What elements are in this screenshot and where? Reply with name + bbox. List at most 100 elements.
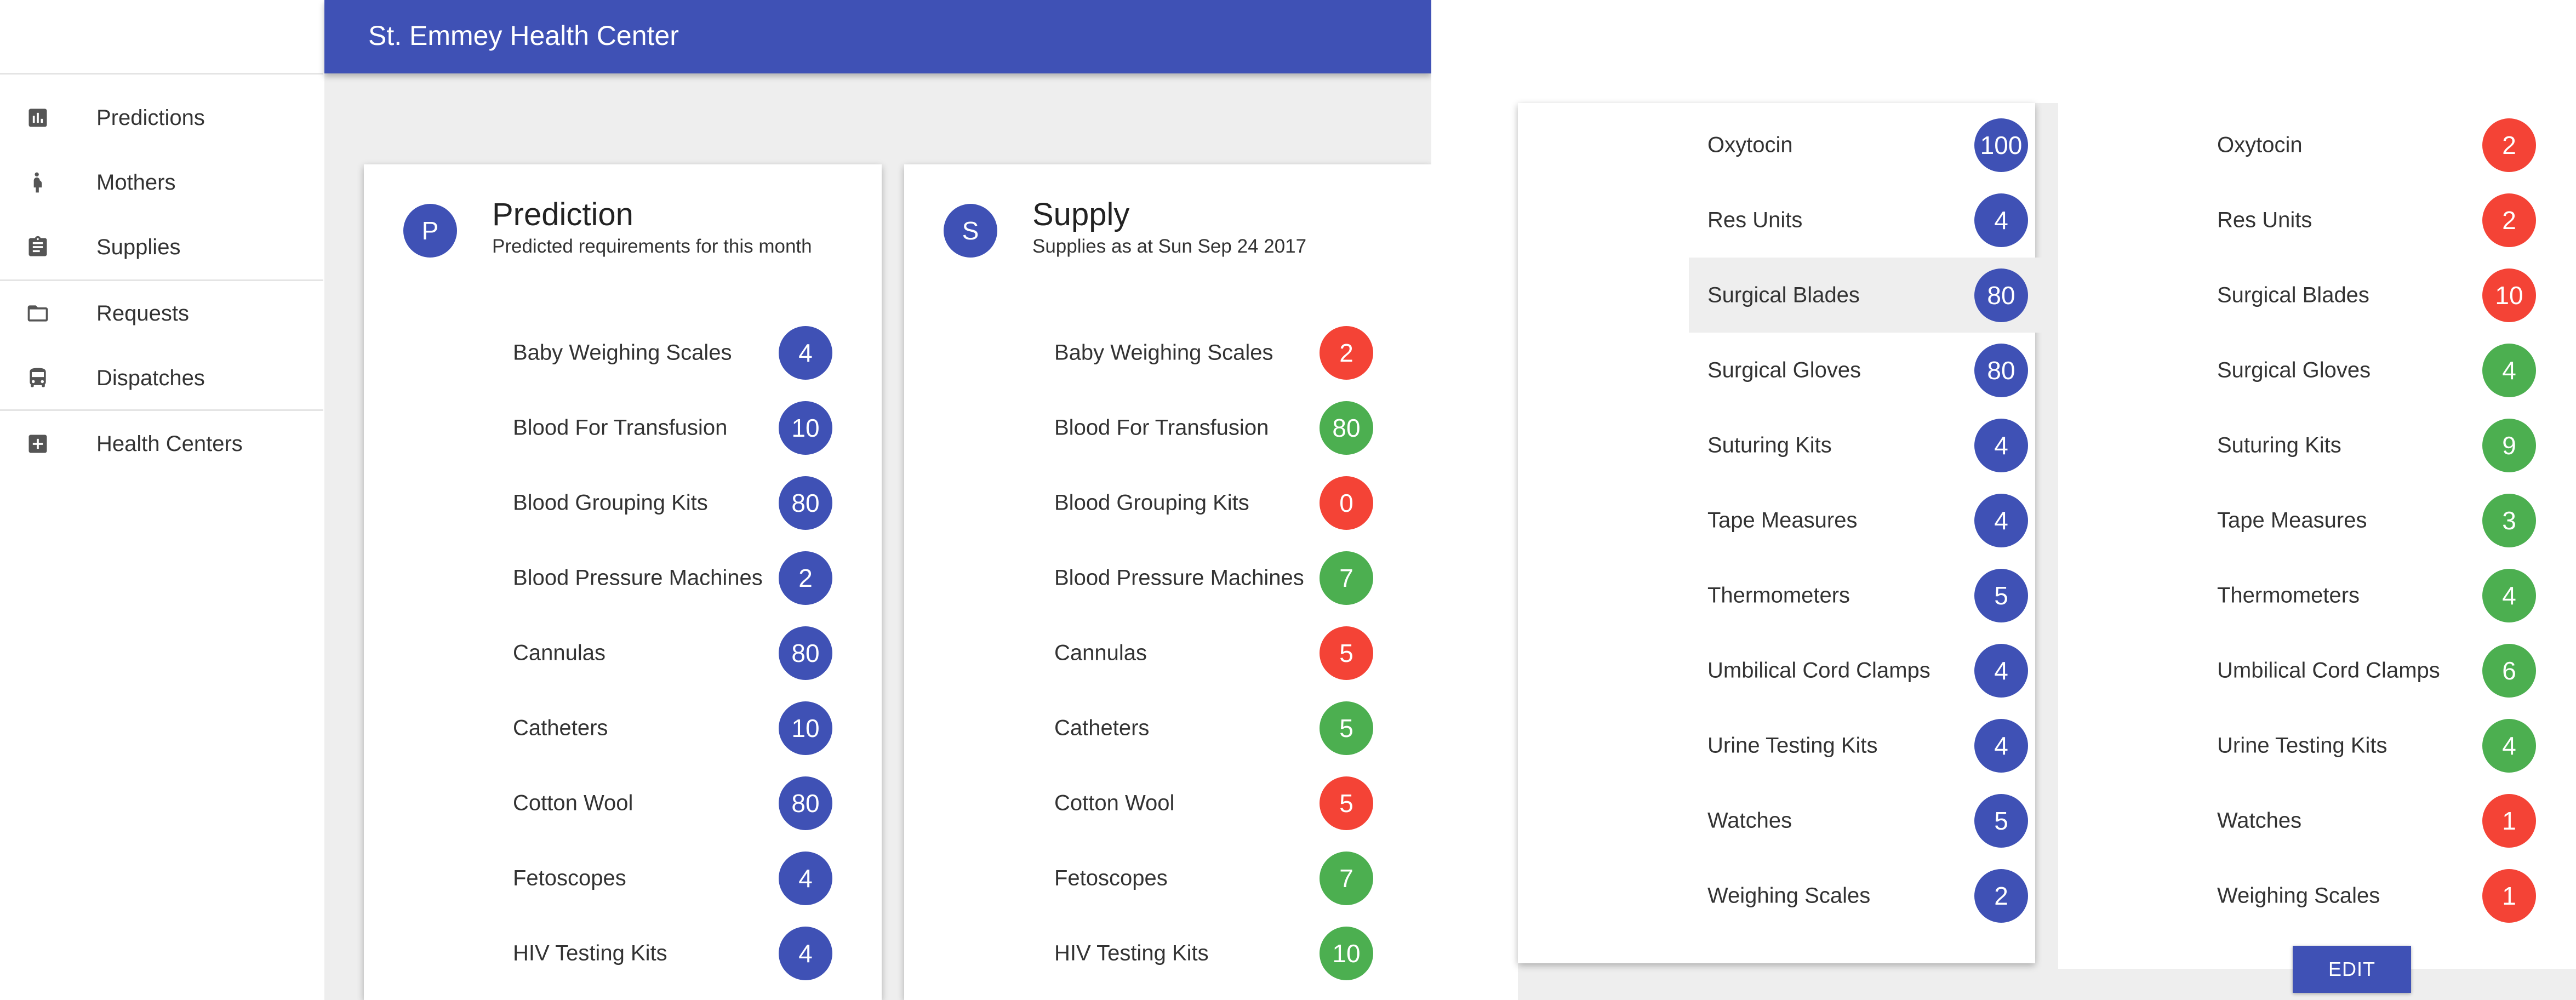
item-label: Tape Measures <box>1707 508 1858 532</box>
list-item[interactable]: Baby Weighing Scales 4 <box>513 315 832 390</box>
item-label: Surgical Gloves <box>2217 358 2371 382</box>
list-item[interactable]: Catheters 5 <box>1054 690 1373 765</box>
card-title: Prediction <box>492 197 633 232</box>
count-badge: 0 <box>1320 476 1373 530</box>
item-label: Oxytocin <box>1707 133 1793 157</box>
list-item[interactable]: Blood For Transfusion 10 <box>513 390 832 465</box>
list-item[interactable]: Tape Measures 4 <box>1707 483 2028 558</box>
sidebar-item-health-centers[interactable]: Health Centers <box>0 414 323 474</box>
list-item[interactable]: Suturing Kits 4 <box>1707 408 2028 483</box>
list-item[interactable]: Blood For Transfusion 80 <box>1054 390 1373 465</box>
count-badge: 80 <box>779 776 832 830</box>
list-item[interactable]: Umbilical Cord Clamps 6 <box>2217 633 2536 708</box>
list-item[interactable]: Res Units 2 <box>2217 182 2536 258</box>
sidebar-item-supplies[interactable]: Supplies <box>0 217 323 277</box>
list-item[interactable]: Cannulas 5 <box>1054 615 1373 690</box>
sidebar-divider <box>0 409 323 411</box>
item-label: Suturing Kits <box>1707 433 1832 457</box>
list-item[interactable]: Surgical Gloves 80 <box>1707 333 2028 408</box>
count-badge: 10 <box>779 701 832 755</box>
card-subtitle: Supplies as at Sun Sep 24 2017 <box>1032 236 1307 257</box>
list-item[interactable]: Watches 5 <box>1707 783 2028 858</box>
sidebar-item-dispatches[interactable]: Dispatches <box>0 348 323 408</box>
list-item[interactable]: Blood Grouping Kits 0 <box>1054 465 1373 540</box>
count-badge: 80 <box>1974 268 2028 322</box>
item-label: Fetoscopes <box>513 866 626 890</box>
item-label: Baby Weighing Scales <box>1054 340 1273 364</box>
sidebar-item-label: Health Centers <box>96 431 243 456</box>
list-item[interactable]: Cotton Wool 5 <box>1054 765 1373 841</box>
item-label: Weighing Scales <box>1707 883 1871 907</box>
count-badge: 4 <box>1974 193 2028 247</box>
clipboard-icon <box>24 233 52 261</box>
list-item[interactable]: Tape Measures 3 <box>2217 483 2536 558</box>
list-item[interactable]: Oxytocin 2 <box>2217 107 2536 182</box>
list-item[interactable]: Res Units 4 <box>1707 182 2028 258</box>
list-item[interactable]: Thermometers 5 <box>1707 558 2028 633</box>
prediction-card: Oxytocin 100 Res Units 4 Surgical Blades 80 Su… <box>1518 103 2052 963</box>
item-label: Umbilical Cord Clamps <box>1707 658 1930 682</box>
list-item[interactable]: Surgical Blades 10 <box>2217 258 2536 333</box>
sidebar-item-requests[interactable]: Requests <box>0 283 323 344</box>
list-item[interactable]: Weighing Scales 1 <box>2217 858 2536 933</box>
count-badge: 10 <box>779 401 832 455</box>
count-badge: 5 <box>1974 793 2028 848</box>
list-item[interactable]: Oxytocin 100 <box>1707 107 2028 182</box>
count-badge: 4 <box>1974 643 2028 698</box>
list-item[interactable]: Cannulas 80 <box>513 615 832 690</box>
sidebar-item-mothers[interactable]: Mothers <box>0 152 323 213</box>
item-label: Blood Grouping Kits <box>1054 490 1249 515</box>
item-label: Thermometers <box>1707 583 1850 607</box>
count-badge: 4 <box>1974 493 2028 547</box>
count-badge: 5 <box>1320 701 1373 755</box>
edit-button[interactable]: EDIT <box>2293 946 2411 993</box>
sidebar-item-predictions[interactable]: Predictions <box>0 88 323 148</box>
list-item[interactable]: Urine Testing Kits 4 <box>1707 708 2028 783</box>
count-badge: 7 <box>1320 551 1373 605</box>
list-item[interactable]: Surgical Gloves 4 <box>2217 333 2536 408</box>
sidebar-item-label: Mothers <box>96 170 176 195</box>
item-label: Urine Testing Kits <box>1707 733 1878 757</box>
list-item[interactable]: HIV Testing Kits 4 <box>513 916 832 991</box>
list-item[interactable]: Blood Pressure Machines 7 <box>1054 540 1373 615</box>
count-badge: 2 <box>2482 193 2536 247</box>
count-badge: 3 <box>2482 493 2536 547</box>
list-item[interactable]: Watches 1 <box>2217 783 2536 858</box>
list-item[interactable]: Baby Weighing Scales 2 <box>1054 315 1373 390</box>
count-badge: 4 <box>779 926 832 980</box>
list-item[interactable]: Weighing Scales 2 <box>1707 858 2028 933</box>
list-item[interactable]: Fetoscopes 7 <box>1054 841 1373 916</box>
count-badge: 2 <box>1974 868 2028 923</box>
list-item[interactable]: HIV Testing Kits 10 <box>1054 916 1373 991</box>
list-item[interactable]: Suturing Kits 9 <box>2217 408 2536 483</box>
item-label: Catheters <box>513 716 608 740</box>
item-label: Tape Measures <box>2217 508 2367 532</box>
list-item[interactable]: Thermometers 4 <box>2217 558 2536 633</box>
prediction-card: P Prediction Predicted requirements for … <box>364 164 882 1000</box>
count-badge: 80 <box>779 476 832 530</box>
list-item[interactable]: Urine Testing Kits 4 <box>2217 708 2536 783</box>
item-label: Blood Grouping Kits <box>513 490 708 515</box>
list-item[interactable]: Surgical Blades 80 <box>1707 258 2028 333</box>
sidebar-item-label: Predictions <box>96 105 205 130</box>
count-badge: 80 <box>779 626 832 680</box>
list-item[interactable]: Fetoscopes 4 <box>513 841 832 916</box>
right-screenshot: Oxytocin 100 Res Units 4 Surgical Blades 80 Su… <box>1475 0 2576 1000</box>
sidebar-item-label: Supplies <box>96 235 181 259</box>
item-label: Blood Pressure Machines <box>513 565 763 590</box>
list-item[interactable]: Umbilical Cord Clamps 4 <box>1707 633 2028 708</box>
count-badge: 10 <box>1320 926 1373 980</box>
list-item[interactable]: Blood Grouping Kits 80 <box>513 465 832 540</box>
count-badge: 80 <box>1974 343 2028 397</box>
list-item[interactable]: Blood Pressure Machines 2 <box>513 540 832 615</box>
item-label: Blood For Transfusion <box>1054 415 1269 439</box>
list-item[interactable]: Catheters 10 <box>513 690 832 765</box>
sidebar-item-label: Requests <box>96 301 189 325</box>
item-label: Urine Testing Kits <box>2217 733 2387 757</box>
item-label: HIV Testing Kits <box>1054 941 1209 965</box>
list-item[interactable]: Cotton Wool 80 <box>513 765 832 841</box>
item-label: Watches <box>2217 808 2302 832</box>
card-avatar: S <box>944 204 997 258</box>
count-badge: 2 <box>779 551 832 605</box>
count-badge: 4 <box>1974 418 2028 472</box>
